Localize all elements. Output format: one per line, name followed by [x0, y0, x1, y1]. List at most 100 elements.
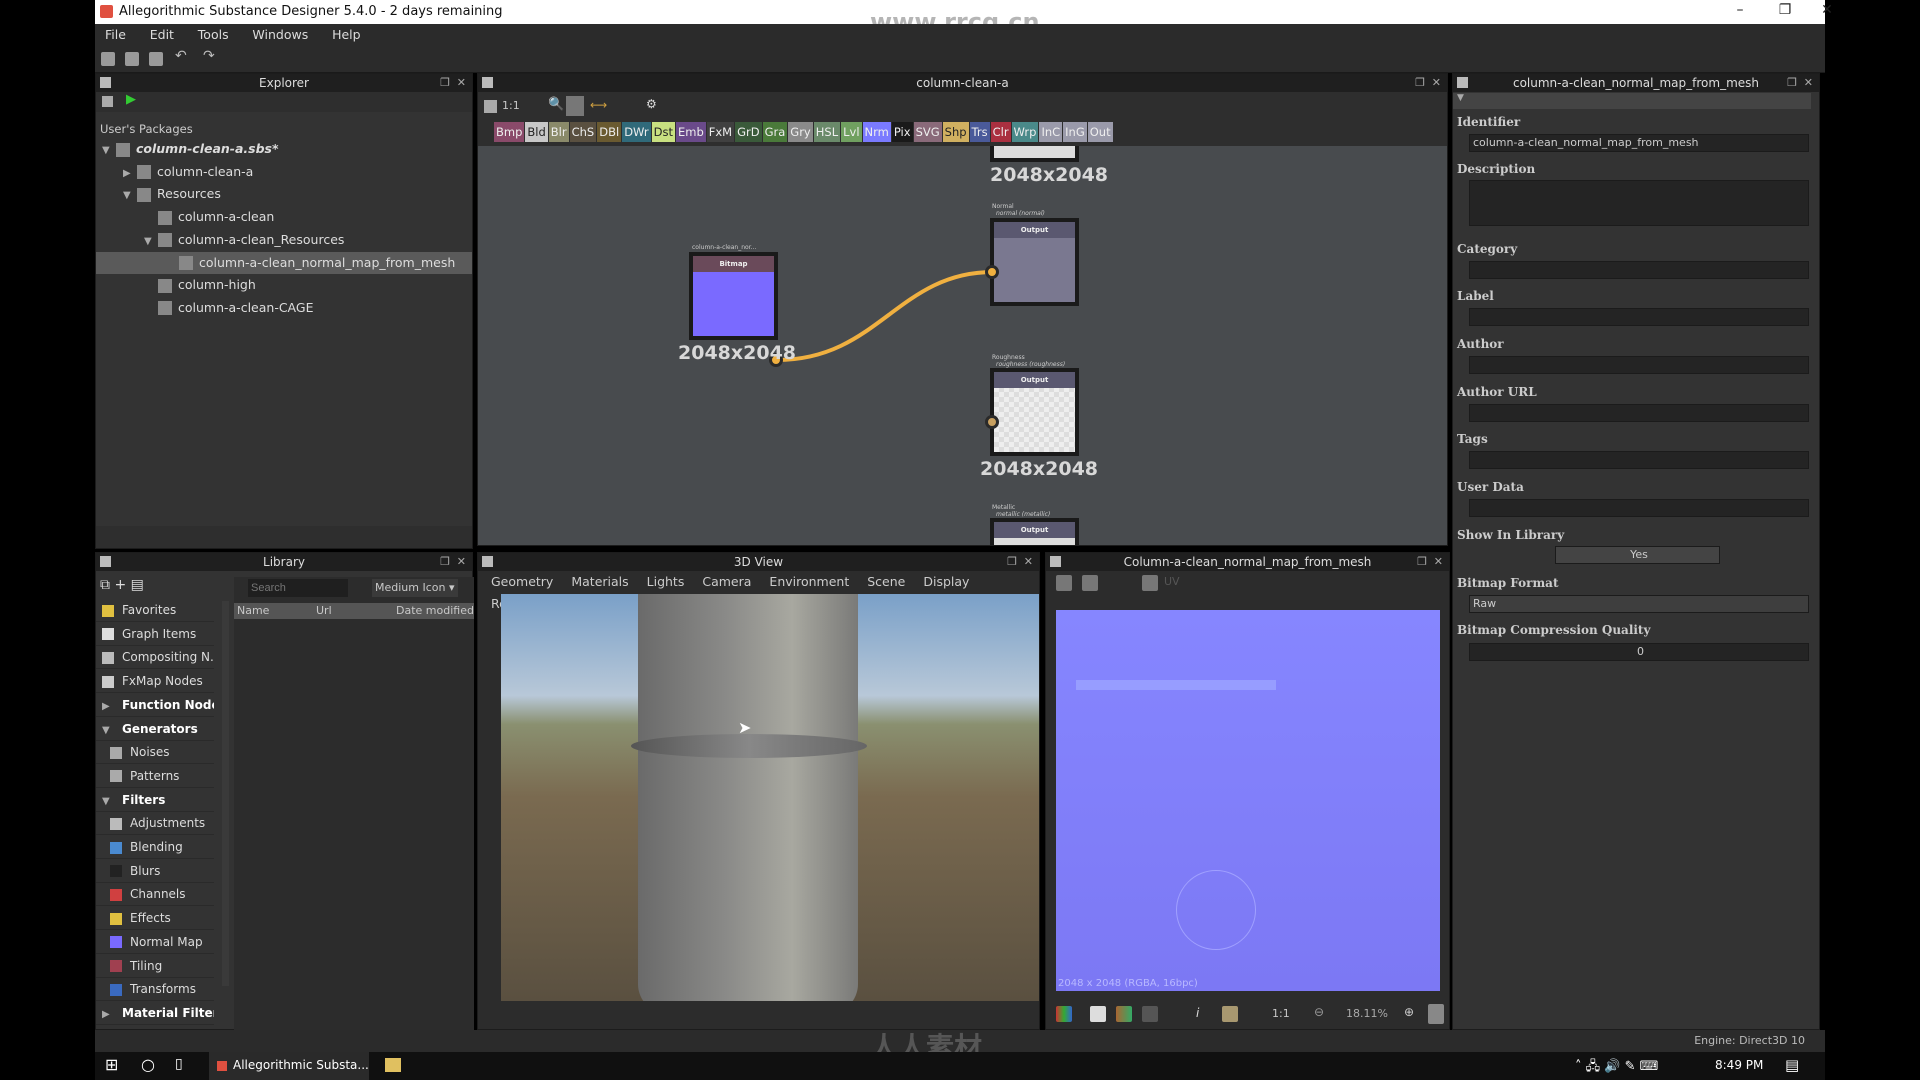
channels-icon[interactable] — [1056, 575, 1072, 591]
fit-icon[interactable] — [484, 100, 497, 113]
expand-arrow-icon[interactable]: ▼ — [102, 790, 122, 811]
link-icon[interactable]: ⟷ — [590, 98, 607, 112]
menu-geometry[interactable]: Geometry — [482, 571, 562, 593]
tree-item[interactable]: ▶ column-clean-a — [96, 161, 472, 183]
expand-arrow-icon[interactable]: ▶ — [102, 1003, 122, 1024]
menu-materials[interactable]: Materials — [562, 571, 637, 593]
histogram-icon[interactable] — [1222, 1006, 1238, 1022]
menu-scene[interactable]: Scene — [858, 571, 914, 593]
library-item[interactable]: Patterns — [96, 765, 214, 788]
maximize-button[interactable]: ❐ — [1765, 2, 1805, 18]
node-tag-gry[interactable]: Gry — [788, 122, 813, 142]
expand-arrow-icon[interactable]: ▶ — [123, 163, 137, 185]
close-panel-icon[interactable]: ✕ — [457, 74, 466, 92]
metallic-output-node[interactable]: Output — [990, 518, 1079, 545]
library-item[interactable]: Compositing N... — [96, 646, 214, 670]
node-tag-grd[interactable]: GrD — [735, 122, 762, 142]
roughness-input-port[interactable] — [985, 415, 999, 429]
close-panel-icon[interactable]: ✕ — [457, 553, 466, 571]
alpha-checker-icon[interactable] — [1090, 1006, 1106, 1022]
new-package-icon[interactable] — [101, 52, 115, 66]
float-icon[interactable]: ❐ — [1787, 74, 1797, 92]
node-tag-bmp[interactable]: Bmp — [494, 122, 525, 142]
category-field[interactable] — [1469, 261, 1809, 279]
close-panel-icon[interactable]: ✕ — [1434, 553, 1443, 571]
rgb-icon[interactable] — [1142, 1006, 1158, 1022]
node-tag-hsl[interactable]: HSL — [813, 122, 841, 142]
open-package-icon[interactable] — [125, 52, 139, 66]
tree-item[interactable]: ▼ Resources — [96, 183, 472, 205]
close-panel-icon[interactable]: ✕ — [1024, 553, 1033, 571]
view-mode-select[interactable]: Medium Icon ▾ — [372, 579, 458, 597]
close-panel-icon[interactable]: ✕ — [1804, 74, 1813, 92]
node-tag-ing[interactable]: InG — [1063, 122, 1087, 142]
tree-item[interactable]: column-high — [96, 274, 472, 296]
library-item[interactable]: Blurs — [96, 860, 214, 883]
node-tag-trs[interactable]: Trs — [969, 122, 990, 142]
tags-field[interactable] — [1469, 451, 1809, 469]
node-tag-wrp[interactable]: Wrp — [1011, 122, 1039, 142]
node-tag-emb[interactable]: Emb — [675, 122, 706, 142]
column-date-modified[interactable]: Date modified — [396, 603, 474, 619]
identifier-field[interactable]: column-a-clean_normal_map_from_mesh — [1469, 134, 1809, 152]
node-tag-shp[interactable]: Shp — [942, 122, 969, 142]
collapse-icon[interactable]: ▼ — [1453, 93, 1811, 109]
zoom-in-icon[interactable]: ⊕ — [1404, 1005, 1414, 1019]
align-icon[interactable] — [566, 96, 584, 116]
user-data-field[interactable] — [1469, 499, 1809, 517]
zoom-out-icon[interactable]: ⊖ — [1314, 1005, 1324, 1019]
library-item[interactable]: Channels — [96, 883, 214, 907]
zoom-1-1-button[interactable]: 1:1 — [502, 99, 520, 112]
expand-arrow-icon[interactable]: ▼ — [102, 719, 122, 740]
task-view-icon[interactable]: ▯ — [175, 1056, 183, 1072]
info-icon[interactable]: i — [1196, 1006, 1199, 1020]
float-icon[interactable]: ❐ — [440, 553, 450, 571]
menu-help[interactable]: Help — [322, 24, 371, 45]
uv-button[interactable]: UV — [1164, 575, 1180, 588]
library-scrollbar[interactable] — [222, 601, 229, 986]
float-icon[interactable]: ❐ — [1415, 74, 1425, 92]
compression-field[interactable]: 0 — [1469, 643, 1809, 661]
node-tag-dbl[interactable]: DBl — [597, 122, 622, 142]
node-tag-clr[interactable]: Clr — [990, 122, 1011, 142]
column-name[interactable]: Name — [237, 603, 269, 619]
expand-arrow-icon[interactable]: ▶ — [102, 695, 122, 716]
bitmap-node[interactable]: Bitmap — [689, 252, 778, 340]
library-item[interactable]: ▶Material Filters — [96, 1002, 214, 1025]
menu-edit[interactable]: Edit — [140, 24, 184, 45]
camera-icon[interactable] — [1142, 575, 1158, 591]
label-field[interactable] — [1469, 308, 1809, 326]
node-tag-inc[interactable]: InC — [1039, 122, 1063, 142]
show-in-library-toggle[interactable]: Yes — [1555, 546, 1720, 564]
author-url-field[interactable] — [1469, 404, 1809, 422]
library-item[interactable]: Normal Map — [96, 931, 214, 954]
node-tag-chs[interactable]: ChS — [569, 122, 597, 142]
library-add-icon[interactable]: ⧉ + ▤ — [100, 577, 144, 593]
node-tag-dwr[interactable]: DWr — [622, 122, 651, 142]
menu-camera[interactable]: Camera — [693, 571, 760, 593]
tree-item[interactable]: ▼ column-a-clean_Resources — [96, 229, 472, 251]
save-all-icon[interactable] — [149, 52, 163, 66]
undo-icon[interactable]: ↶ — [175, 48, 189, 64]
library-item[interactable]: FxMap Nodes — [96, 670, 214, 694]
tree-item[interactable]: column-a-clean — [96, 206, 472, 228]
normal-map-image[interactable]: 2048 x 2048 (RGBA, 16bpc) — [1056, 610, 1440, 991]
color-icon[interactable] — [1116, 1006, 1132, 1022]
cortana-icon[interactable]: ○ — [141, 1055, 155, 1074]
node-tag-gra[interactable]: Gra — [762, 122, 788, 142]
library-item[interactable]: ▼ Filters — [96, 789, 214, 812]
graph-canvas[interactable]: 2048x2048 column-a-clean_nor... Bitmap 2… — [478, 146, 1447, 545]
save-icon[interactable] — [102, 96, 113, 107]
minimize-button[interactable]: – — [1720, 2, 1760, 18]
node-tag-pix[interactable]: Pix — [891, 122, 913, 142]
tree-item[interactable]: ▼ column-clean-a.sbs* — [96, 138, 472, 160]
rgb-channels-icon[interactable] — [1056, 1006, 1072, 1022]
library-item[interactable]: ▼ Generators — [96, 718, 214, 741]
menu-windows[interactable]: Windows — [242, 24, 318, 45]
float-icon[interactable]: ❐ — [1417, 553, 1427, 571]
search-icon[interactable]: 🔍 — [548, 97, 564, 112]
library-item[interactable]: Adjustments — [96, 812, 214, 836]
file-explorer-icon[interactable] — [385, 1058, 401, 1072]
tray-icons[interactable]: ˄ 🖧 🔊 ✎ ⌨ — [1575, 1057, 1658, 1079]
ratio-1-1-button[interactable]: 1:1 — [1272, 1007, 1290, 1020]
